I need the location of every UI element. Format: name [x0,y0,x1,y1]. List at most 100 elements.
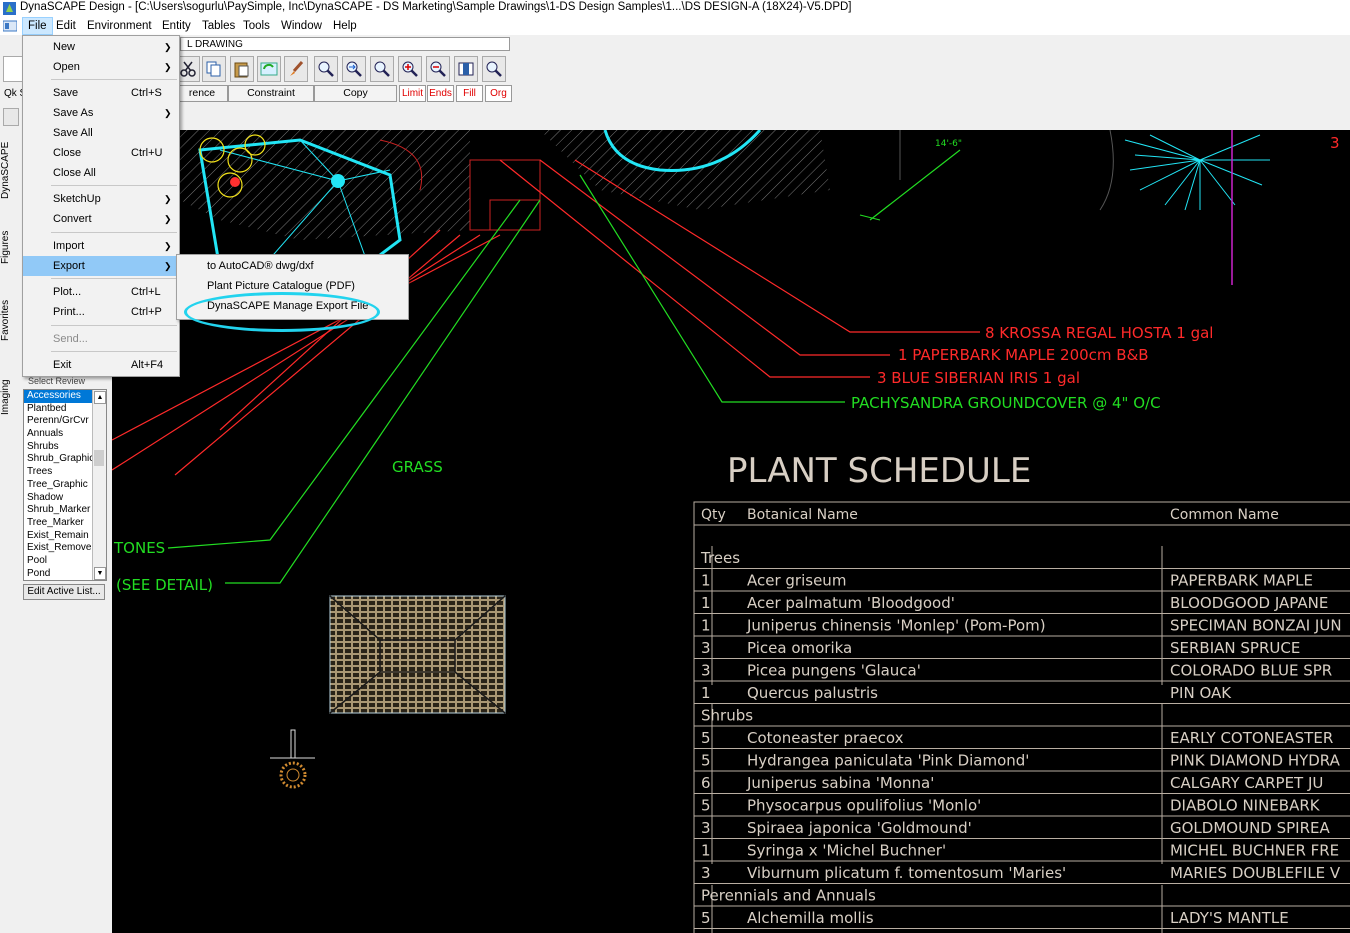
zoom-in-button[interactable] [398,56,422,82]
menu-item-print[interactable]: Print... Ctrl+P [23,302,179,322]
menu-item-exit[interactable]: Exit Alt+F4 [23,355,179,375]
schedule-botanical-cell: Picea omorika [747,639,852,657]
plan-linework [112,130,1350,933]
schedule-title: PLANT SCHEDULE [727,451,1031,491]
menu-help[interactable]: Help [328,18,362,34]
menu-item-label: Import [53,240,85,252]
menu-separator [51,278,177,279]
new-drawing-button[interactable] [3,56,23,82]
snap-limit-button[interactable]: Limit [399,85,426,102]
menu-item-open[interactable]: Open ❯ [23,57,179,77]
schedule-qty-cell: 3 [701,639,711,657]
paste-button[interactable] [230,56,254,82]
brush-button[interactable] [284,56,308,82]
file-menu: New ❯ Open ❯ Save Ctrl+S Save As ❯ Save All Close… [22,35,180,377]
menu-item-sketchup[interactable]: SketchUp ❯ [23,189,179,209]
schedule-qty-cell: 5 [701,729,711,747]
menu-item-import[interactable]: Import ❯ [23,236,179,256]
snap-fill-button[interactable]: Fill [456,85,483,102]
menu-bar: File Edit Environment Entity Tables Tool… [0,17,1350,35]
menu-item-label: Open [53,61,80,73]
zoom-window-button[interactable] [314,56,338,82]
schedule-qty-cell: 3 [701,864,711,882]
menu-item-label: Convert [53,213,92,225]
menu-item-save[interactable]: Save Ctrl+S [23,83,179,103]
menu-separator [51,185,177,186]
menu-item-close[interactable]: Close Ctrl+U [23,143,179,163]
pan-button[interactable] [454,56,478,82]
refresh-button[interactable] [257,56,281,82]
paint-brush-icon [290,61,304,76]
copy-button[interactable] [202,56,226,82]
menu-edit[interactable]: Edit [51,18,81,34]
menu-tables[interactable]: Tables [197,18,240,34]
schedule-common-cell: SPECIMAN BONZAI JUN [1170,617,1342,635]
menu-item-send: Send... [23,329,179,349]
menu-window[interactable]: Window [276,18,327,34]
stones-label: TONES [113,539,165,557]
chevron-right-icon: ❯ [164,108,172,118]
menu-item-close-all[interactable]: Close All [23,163,179,183]
zoom-extents-button[interactable] [370,56,394,82]
menu-item-plot[interactable]: Plot... Ctrl+L [23,282,179,302]
schedule-qty-cell: 3 [701,662,711,680]
tab-copy[interactable]: Copy [314,85,397,102]
menu-environment[interactable]: Environment [82,18,157,34]
menu-item-convert[interactable]: Convert ❯ [23,209,179,229]
zoom-all-button[interactable] [482,56,506,82]
schedule-common-cell: PIN OAK [1170,684,1232,702]
menu-item-export[interactable]: Export ❯ [23,256,179,276]
scroll-up-icon[interactable]: ▲ [94,391,106,404]
edit-active-list-button[interactable]: Edit Active List... [23,584,105,600]
scroll-down-icon[interactable]: ▼ [94,567,106,580]
menu-item-new[interactable]: New ❯ [23,37,179,57]
schedule-qty-cell: 5 [701,797,711,815]
zoom-previous-button[interactable] [342,56,366,82]
schedule-header-botanical: Botanical Name [747,507,858,523]
side-tab-strip: DynaSCAPE Figures Favorites Imaging [0,130,20,933]
menu-item-shortcut: Ctrl+P [131,306,162,318]
menu-entity[interactable]: Entity [157,18,196,34]
submenu-item-export-autocad[interactable]: to AutoCAD® dwg/dxf [177,256,408,276]
snap-ends-button[interactable]: Ends [427,85,454,102]
menu-separator [51,232,177,233]
schedule-botanical-cell: Physocarpus opulifolius 'Monlo' [747,797,981,815]
panel-tab-button[interactable] [3,108,19,126]
menu-item-label: Save [53,87,79,99]
schedule-botanical-cell: Alchemilla mollis [747,909,874,927]
tab-figures[interactable]: Figures [0,225,18,270]
menu-item-label: Close [53,147,82,159]
panel-tabs[interactable]: Select Review [28,376,85,386]
menu-item-label: New [53,41,76,53]
schedule-botanical-cell: Cotoneaster praecox [747,729,904,747]
schedule-botanical-cell: Hydrangea paniculata 'Pink Diamond' [747,752,1029,770]
schedule-qty-cell: 1 [701,572,711,590]
snap-org-button[interactable]: Org [485,85,512,102]
dimension-label: 14'-6" [935,139,962,149]
tab-favorites[interactable]: Favorites [0,295,18,345]
drawing-name-field[interactable]: L DRAWING [180,37,510,51]
layer-list-scrollbar[interactable]: ▲ ▼ [92,390,106,580]
scroll-thumb[interactable] [94,450,104,466]
menu-item-save-all[interactable]: Save All [23,123,179,143]
tab-imaging[interactable]: Imaging [0,375,18,420]
menu-tools[interactable]: Tools [238,18,275,34]
menu-separator [51,79,177,80]
chevron-right-icon: ❯ [164,241,172,251]
document-icon[interactable] [3,20,17,32]
drawing-canvas[interactable]: 8 KROSSA REGAL HOSTA 1 gal 1 PAPERBARK MA… [112,130,1350,933]
schedule-botanical-cell: Juniperus sabina 'Monna' [746,774,934,792]
zoom-out-button[interactable] [426,56,450,82]
menu-item-label: Print... [53,306,85,318]
schedule-qty-cell: 1 [701,842,711,860]
scissors-icon [180,61,196,77]
menu-item-label: SketchUp [53,193,101,205]
tab-constraint[interactable]: Constraint [228,85,314,102]
chevron-right-icon: ❯ [164,62,172,72]
drawing-svg: 8 KROSSA REGAL HOSTA 1 gal 1 PAPERBARK MA… [112,130,1350,933]
menu-item-save-as[interactable]: Save As ❯ [23,103,179,123]
menu-file[interactable]: File [22,17,53,35]
tab-dynascape[interactable]: DynaSCAPE [0,140,18,200]
schedule-common-cell: EARLY COTONEASTER [1170,729,1333,747]
tab-reference[interactable]: rence [176,85,228,102]
